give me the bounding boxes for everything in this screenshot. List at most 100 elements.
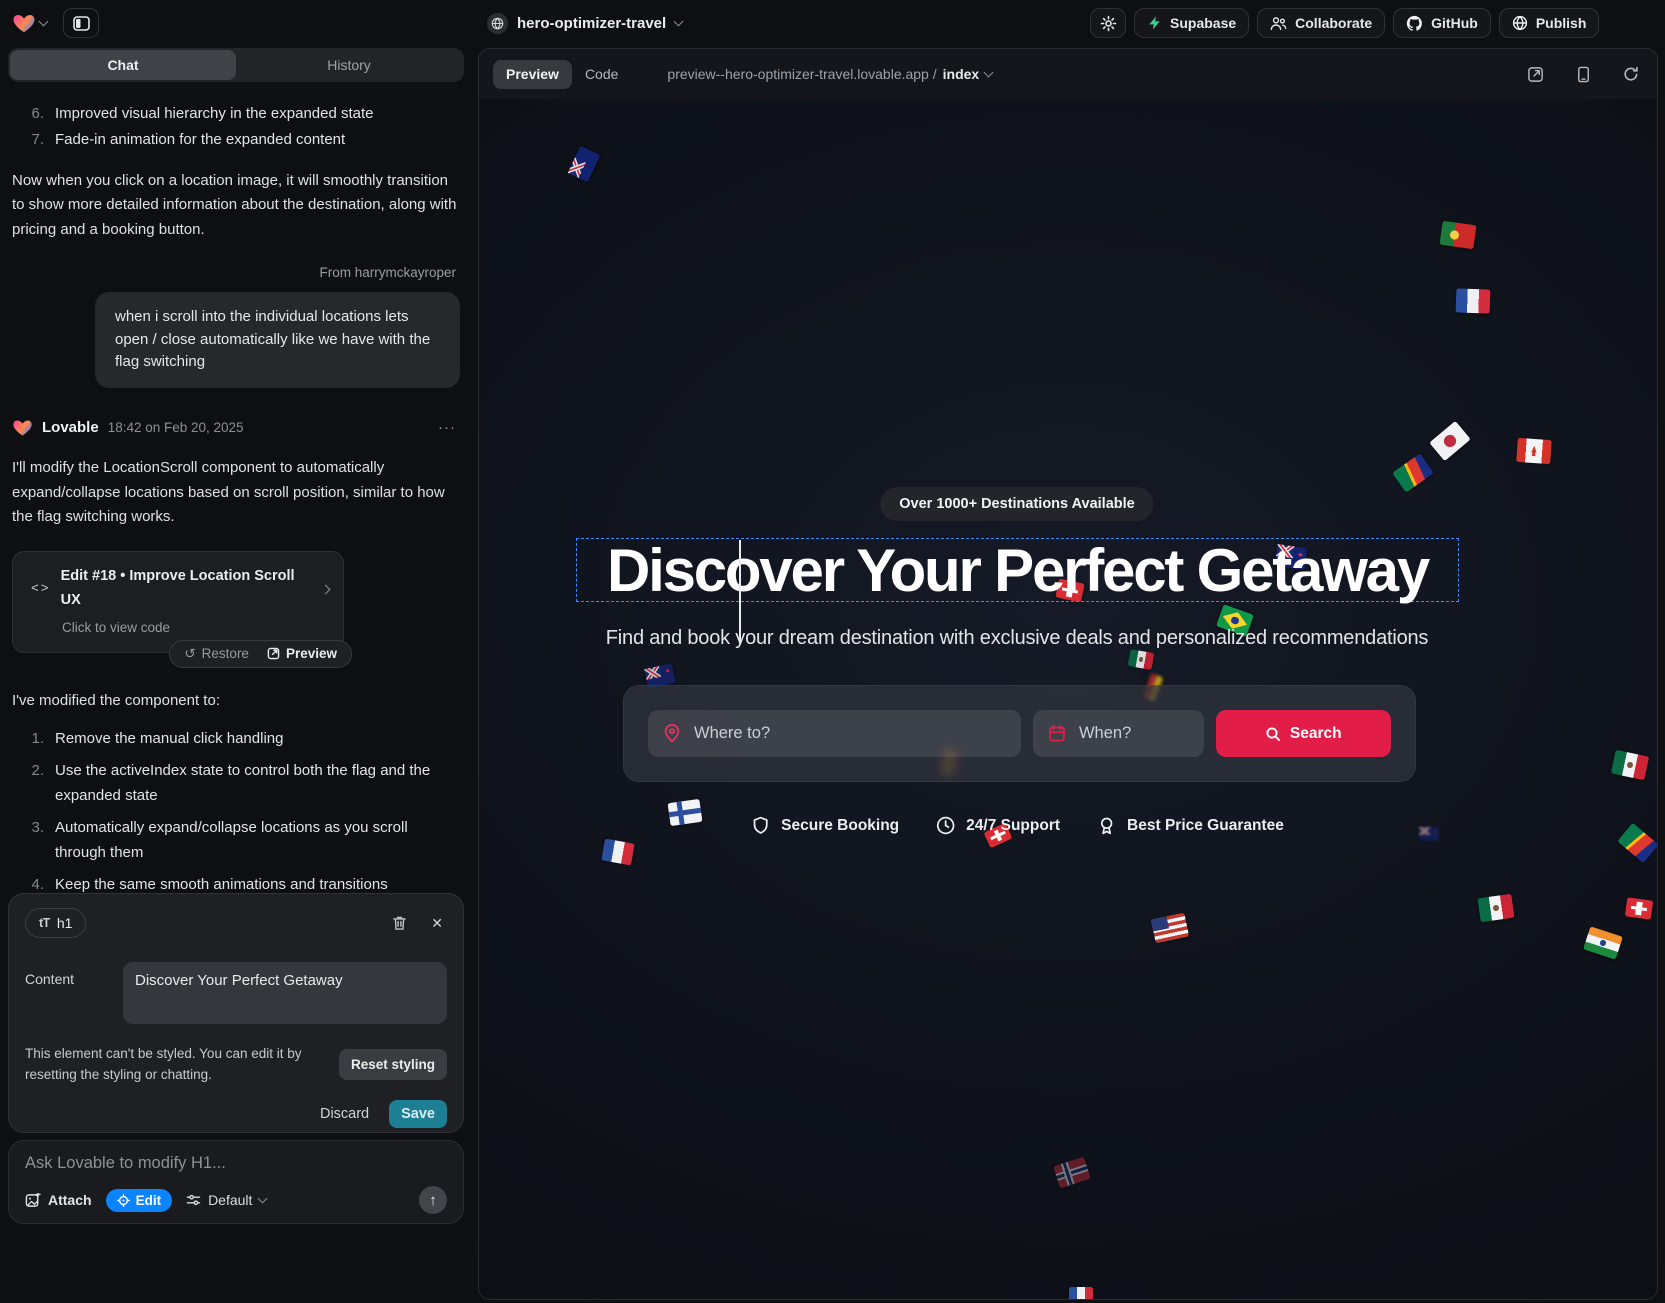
sidebar-panel-icon <box>73 16 90 31</box>
reset-styling-button[interactable]: Reset styling <box>339 1049 447 1080</box>
close-editor-button[interactable]: ✕ <box>427 911 447 936</box>
element-editor-panel: tT h1 ✕ Content Discover Your Perfect Ge… <box>8 893 464 1133</box>
default-chevron-down-icon <box>258 1193 268 1203</box>
hero-subtitle: Find and book your dream destination wit… <box>606 627 1428 650</box>
h1-selection-outline[interactable]: Discover Your Perfect Getaway <box>576 538 1459 602</box>
list-item: 6.Improved visual hierarchy in the expan… <box>12 102 460 126</box>
element-tag-badge[interactable]: tT h1 <box>25 908 86 938</box>
url-text: preview--hero-optimizer-travel.lovable.a… <box>667 66 936 82</box>
preview-viewport[interactable]: Over 1000+ Destinations Available Discov… <box>479 99 1657 1299</box>
location-pin-icon <box>663 724 681 743</box>
collaborate-button[interactable]: Collaborate <box>1257 8 1385 38</box>
github-icon <box>1406 15 1423 32</box>
default-mode-selector[interactable]: Default <box>186 1192 266 1208</box>
tab-history[interactable]: History <box>236 50 462 80</box>
assistant-list-top: 6.Improved visual hierarchy in the expan… <box>12 102 460 153</box>
external-link-icon <box>267 647 280 660</box>
when-field[interactable] <box>1033 710 1204 757</box>
feature-item: Secure Booking <box>750 815 899 836</box>
save-button[interactable]: Save <box>389 1100 447 1128</box>
flag-in-icon <box>1583 926 1623 959</box>
content-textarea[interactable]: Discover Your Perfect Getaway <box>123 962 447 1024</box>
send-button[interactable]: ↑ <box>419 1186 447 1214</box>
version-actions: ↺ Restore Preview <box>169 640 352 668</box>
image-icon <box>25 1193 41 1208</box>
search-panel: Search <box>623 685 1416 782</box>
flag-mx-icon <box>1611 750 1649 781</box>
where-field[interactable] <box>648 710 1021 757</box>
publish-globe-icon <box>1512 15 1528 31</box>
project-name: hero-optimizer-travel <box>517 15 666 32</box>
close-icon: ✕ <box>431 915 443 932</box>
lovable-logo-heart-icon[interactable] <box>12 11 36 35</box>
edit-card-title: Edit #18 • Improve Location Scroll UX <box>61 565 312 612</box>
edit-card-subtitle: Click to view code <box>62 619 329 638</box>
edit-mode-pill[interactable]: Edit <box>106 1189 173 1212</box>
supabase-button[interactable]: Supabase <box>1134 8 1249 38</box>
search-button[interactable]: Search <box>1216 710 1392 757</box>
lovable-heart-icon <box>12 417 33 438</box>
calendar-icon <box>1048 724 1066 743</box>
restore-icon: ↺ <box>184 643 195 665</box>
hero-title[interactable]: Discover Your Perfect Getaway <box>607 536 1428 605</box>
code-icon: <> <box>31 578 51 599</box>
preview-url[interactable]: preview--hero-optimizer-travel.lovable.a… <box>667 66 992 82</box>
flag-ch-icon <box>1625 897 1653 919</box>
preview-toolbar: Preview Code preview--hero-optimizer-tra… <box>479 49 1657 99</box>
discard-button[interactable]: Discard <box>320 1106 369 1122</box>
trash-icon <box>392 915 407 931</box>
refresh-button[interactable] <box>1619 62 1643 86</box>
preview-version-button[interactable]: Preview <box>267 643 337 665</box>
target-icon <box>117 1194 130 1207</box>
mobile-view-button[interactable] <box>1573 62 1594 87</box>
hero-section: Over 1000+ Destinations Available Discov… <box>479 99 1555 1299</box>
gear-icon <box>1100 15 1117 32</box>
top-bar: hero-optimizer-travel Supabase Collabora… <box>0 0 1665 46</box>
publish-button[interactable]: Publish <box>1499 8 1600 38</box>
chat-input-field[interactable] <box>25 1154 447 1173</box>
refresh-icon <box>1623 66 1639 82</box>
tab-code[interactable]: Code <box>572 60 631 89</box>
restore-button[interactable]: ↺ Restore <box>184 643 249 665</box>
assistant-name: Lovable <box>42 416 99 440</box>
github-button[interactable]: GitHub <box>1393 8 1491 38</box>
feature-item: Best Price Guarantee <box>1096 815 1284 836</box>
tab-chat[interactable]: Chat <box>10 50 236 80</box>
project-chevron-down-icon <box>674 16 684 26</box>
message-more-icon[interactable]: ··· <box>434 416 460 440</box>
search-icon <box>1265 726 1281 742</box>
settings-button[interactable] <box>1090 8 1126 38</box>
element-tag: h1 <box>57 915 73 931</box>
delete-element-button[interactable] <box>388 911 411 935</box>
feature-row: Secure Booking24/7 SupportBest Price Gua… <box>750 815 1284 836</box>
open-in-new-tab-button[interactable] <box>1523 62 1548 87</box>
assistant-message-header: Lovable 18:42 on Feb 20, 2025 ··· <box>12 416 460 440</box>
where-input[interactable] <box>648 710 1021 757</box>
flag-za-icon <box>1617 823 1657 863</box>
content-label: Content <box>25 962 123 1024</box>
editor-note: This element can't be styled. You can ed… <box>25 1044 337 1086</box>
tab-preview[interactable]: Preview <box>493 60 572 89</box>
preview-panel: Preview Code preview--hero-optimizer-tra… <box>478 48 1658 1300</box>
chat-input-box: Attach Edit Default ↑ <box>8 1140 464 1224</box>
project-menu[interactable]: hero-optimizer-travel <box>487 8 682 38</box>
shield-icon <box>750 815 771 836</box>
supabase-bolt-icon <box>1147 15 1162 31</box>
edit-version-card[interactable]: <> Edit #18 • Improve Location Scroll UX… <box>12 551 344 652</box>
arrow-up-icon: ↑ <box>429 1192 437 1209</box>
smartphone-icon <box>1577 66 1590 83</box>
message-timestamp: 18:42 on Feb 20, 2025 <box>108 417 244 439</box>
user-message-bubble: when i scroll into the individual locati… <box>95 292 460 388</box>
sliders-icon <box>186 1193 201 1207</box>
attach-button[interactable]: Attach <box>25 1192 92 1208</box>
modified-intro: I've modified the component to: <box>12 689 460 713</box>
sidebar-toggle-button[interactable] <box>63 8 99 38</box>
list-item: 1.Remove the manual click handling <box>12 727 460 751</box>
edit-card-chevron-right-icon <box>321 584 331 594</box>
destinations-badge: Over 1000+ Destinations Available <box>880 487 1153 521</box>
users-icon <box>1270 16 1287 31</box>
logo-chevron-down-icon[interactable] <box>39 16 49 26</box>
open-external-icon <box>1527 66 1544 83</box>
list-item: 7.Fade-in animation for the expanded con… <box>12 128 460 152</box>
chat-history-tabs: Chat History <box>8 48 464 82</box>
